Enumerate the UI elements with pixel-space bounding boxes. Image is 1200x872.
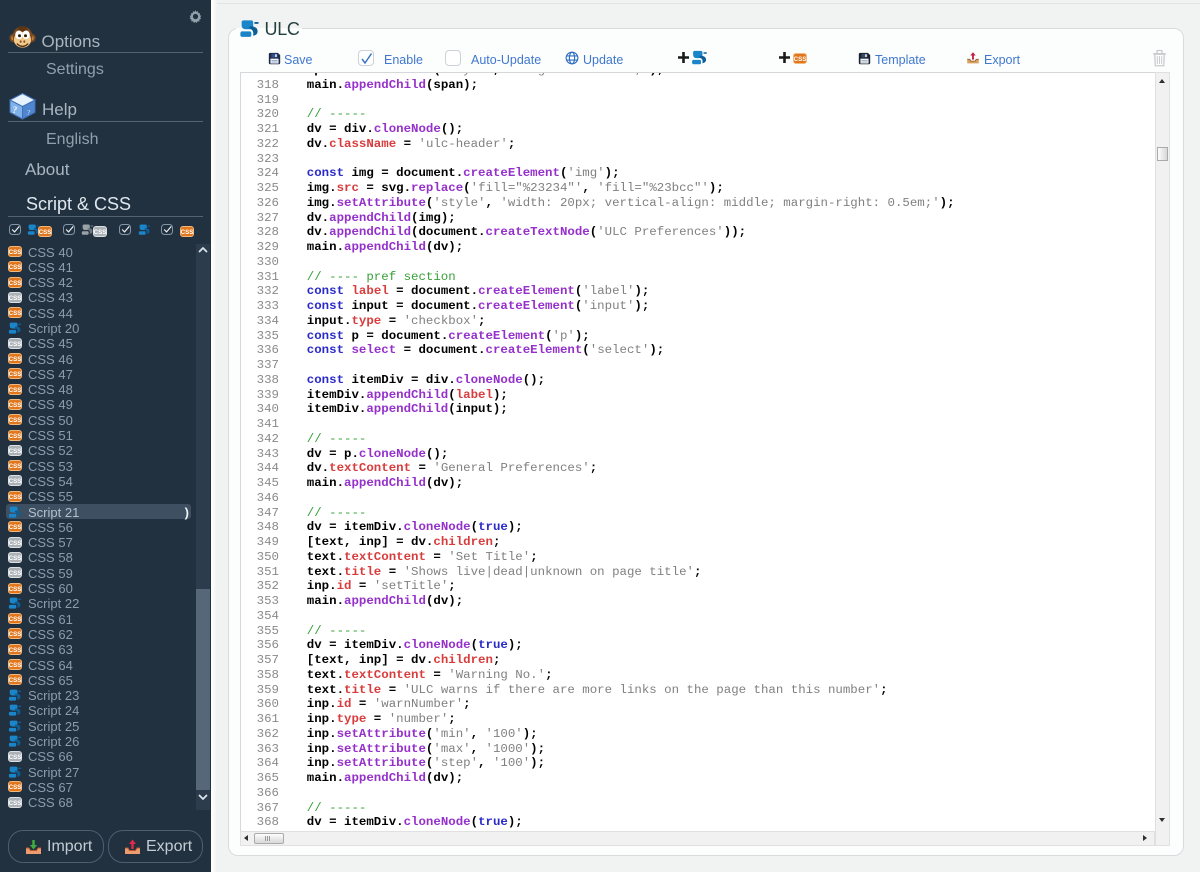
svg-text:?: ? <box>13 106 18 116</box>
svg-text:CSS: CSS <box>9 433 22 440</box>
svg-text:CSS: CSS <box>9 586 22 593</box>
svg-text:CSS: CSS <box>9 341 22 348</box>
svg-text:?: ? <box>27 108 31 117</box>
svg-text:CSS: CSS <box>9 632 22 639</box>
svg-text:CSS: CSS <box>9 310 22 317</box>
svg-text:CSS: CSS <box>9 555 22 562</box>
svg-text:CSS: CSS <box>9 800 22 807</box>
svg-text:CSS: CSS <box>9 280 22 287</box>
svg-text:CSS: CSS <box>9 295 22 302</box>
svg-text:CSS: CSS <box>9 678 22 685</box>
svg-text:CSS: CSS <box>9 570 22 577</box>
svg-text:CSS: CSS <box>9 402 22 409</box>
svg-text:CSS: CSS <box>9 785 22 792</box>
svg-text:CSS: CSS <box>9 479 22 486</box>
svg-text:CSS: CSS <box>9 540 22 547</box>
svg-text:CSS: CSS <box>9 356 22 363</box>
svg-text:CSS: CSS <box>9 249 22 256</box>
svg-text:CSS: CSS <box>9 662 22 669</box>
svg-text:CSS: CSS <box>9 463 22 470</box>
svg-text:CSS: CSS <box>794 56 807 63</box>
svg-text:CSS: CSS <box>9 647 22 654</box>
svg-text:CSS: CSS <box>9 754 22 761</box>
svg-text:CSS: CSS <box>39 229 52 236</box>
svg-text:CSS: CSS <box>94 229 107 236</box>
svg-text:CSS: CSS <box>9 387 22 394</box>
svg-text:CSS: CSS <box>9 494 22 501</box>
svg-text:CSS: CSS <box>9 417 22 424</box>
svg-text:CSS: CSS <box>9 525 22 532</box>
svg-text:CSS: CSS <box>9 448 22 455</box>
svg-text:CSS: CSS <box>9 616 22 623</box>
svg-text:CSS: CSS <box>9 264 22 271</box>
svg-text:CSS: CSS <box>181 229 194 236</box>
svg-text:CSS: CSS <box>9 372 22 379</box>
